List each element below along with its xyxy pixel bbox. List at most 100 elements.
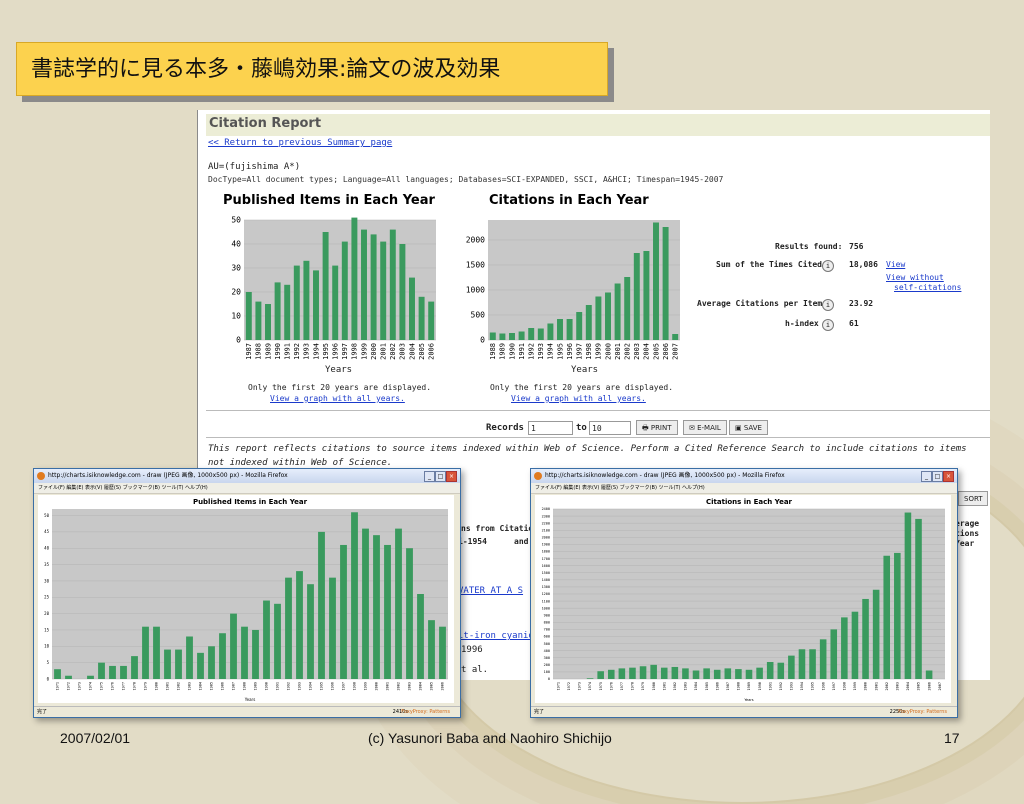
x-tick-label: 1976 (609, 682, 613, 690)
h-index-info-icon[interactable]: i (822, 319, 834, 331)
bar (819, 639, 827, 679)
bar (131, 656, 138, 679)
email-label: E-MAIL (697, 424, 721, 432)
x-tick-label: 1998 (353, 682, 357, 690)
window-titlebar[interactable]: http://charts.isiknowledge.com - draw (J… (531, 469, 957, 483)
x-tick-label: 1990 (508, 343, 516, 360)
sort-button[interactable]: SORT (958, 491, 988, 506)
maximize-button[interactable]: □ (932, 471, 943, 482)
x-tick-label: 1978 (133, 682, 137, 690)
browser-window-published[interactable]: http://charts.isiknowledge.com - draw (J… (33, 468, 461, 718)
bar (798, 649, 806, 679)
sum-value: 18,086 (849, 260, 878, 269)
x-tick-label: 1994 (312, 343, 320, 360)
published-items-full-chart: 0 5 10 15 20 25 30 35 40 45 50 1971 1972 1973 1974 1975… (38, 495, 454, 703)
y-tick-label: 0 (480, 336, 485, 345)
x-tick-label: 1999 (853, 682, 857, 690)
x-tick-label: 2002 (389, 343, 397, 360)
x-tick-label: 1984 (694, 682, 698, 690)
bar (509, 333, 515, 340)
x-tick-label: 1988 (243, 682, 247, 690)
bar (406, 548, 413, 679)
minimize-button[interactable]: _ (921, 471, 932, 482)
partial-text: and (514, 537, 529, 546)
partial-link[interactable]: lt-iron cyanid (458, 631, 534, 641)
x-tick-label: 2002 (397, 682, 401, 690)
sum-info-icon[interactable]: i (822, 260, 834, 272)
x-tick-label: 1997 (341, 343, 349, 360)
x-tick-label: 1990 (758, 682, 762, 690)
x-tick-label: 2007 (938, 682, 942, 690)
foxyproxy-status[interactable]: FoxyProxy: Patterns (401, 707, 450, 717)
return-summary-link[interactable]: << Return to previous Summary page (208, 138, 392, 148)
x-tick-label: 1993 (537, 343, 545, 360)
y-tick-label: 2200 (542, 521, 550, 525)
view-citing-link[interactable]: View (886, 260, 905, 269)
y-tick-label: 1000 (466, 286, 485, 295)
chart1-title: Published Items in Each Year (223, 193, 435, 208)
y-tick-label: 40 (231, 240, 241, 249)
bar (409, 277, 415, 340)
window-titlebar[interactable]: http://charts.isiknowledge.com - draw (J… (34, 469, 460, 483)
email-button[interactable]: ✉ E-MAIL (683, 420, 727, 435)
chart1-view-all-link[interactable]: View a graph with all years. (270, 394, 405, 403)
maximize-button[interactable]: □ (435, 471, 446, 482)
minimize-button[interactable]: _ (424, 471, 435, 482)
bar (208, 646, 215, 679)
save-button[interactable]: ▣ SAVE (729, 420, 768, 435)
x-tick-label: 1995 (556, 343, 564, 360)
x-tick-label: 1981 (166, 682, 170, 690)
bar (307, 584, 314, 679)
citations-chart: 0 500 1000 1500 2000 1988 1989 1990 1991 1992 1993… (466, 220, 680, 360)
y-tick-label: 2300 (542, 514, 550, 518)
x-tick-label: 2002 (624, 343, 632, 360)
x-tick-label: 2006 (662, 343, 670, 360)
x-tick-label: 2005 (418, 343, 426, 360)
y-tick-label: 15 (44, 627, 49, 632)
bar (915, 518, 922, 679)
self-citations-link[interactable]: self-citations (894, 283, 961, 292)
bar (418, 296, 425, 340)
x-tick-label: 2001 (874, 682, 878, 690)
avg-info-icon[interactable]: i (822, 299, 834, 311)
y-tick-label: 100 (544, 670, 550, 674)
view-without-self-link[interactable]: View without (886, 273, 944, 282)
records-from-input[interactable]: 1 (528, 421, 573, 435)
y-tick-label: 20 (44, 611, 49, 616)
x-tick-label: 2001 (386, 682, 390, 690)
x-tick-label: 1998 (585, 343, 593, 360)
x-tick-label: 1974 (588, 682, 592, 690)
records-to-input[interactable]: 10 (589, 421, 631, 435)
y-tick-label: 1500 (542, 571, 550, 575)
firefox-icon (534, 472, 542, 480)
partial-link[interactable]: VATER AT A S (458, 586, 523, 596)
close-button[interactable]: × (943, 471, 954, 482)
bar (274, 603, 281, 679)
x-axis-label: Years (244, 697, 256, 702)
x-tick-label: 1982 (673, 682, 677, 690)
browser-window-citations[interactable]: http://charts.isiknowledge.com - draw (J… (530, 468, 958, 718)
bar (361, 229, 367, 340)
y-tick-label: 500 (544, 642, 550, 646)
partial-text: erage (955, 519, 980, 528)
x-tick-label: 1973 (78, 682, 82, 690)
close-button[interactable]: × (446, 471, 457, 482)
print-button[interactable]: 🖶 PRINT (636, 420, 678, 435)
menu-bar[interactable]: ファイル(F) 編集(E) 表示(V) 履歴(S) ブックマーク(B) ツール(… (34, 483, 460, 494)
y-tick-label: 1100 (542, 599, 550, 603)
partial-select[interactable]: i-1954 (458, 537, 487, 546)
footer-date: 2007/02/01 (60, 730, 131, 746)
foxyproxy-status[interactable]: FoxyProxy: Patterns (898, 707, 947, 717)
y-tick-label: 1600 (542, 564, 550, 568)
bar (313, 270, 319, 340)
x-tick-label: 1974 (89, 682, 93, 690)
h-index-label: h-index (785, 319, 819, 328)
chart2-view-all-link[interactable]: View a graph with all years. (511, 394, 646, 403)
x-tick-label: 1983 (684, 682, 688, 690)
x-tick-label: 2004 (643, 343, 651, 360)
menu-bar[interactable]: ファイル(F) 編集(E) 表示(V) 履歴(S) ブックマーク(B) ツール(… (531, 483, 957, 494)
partial-text: t al. (461, 665, 489, 675)
partial-text: ns from Citation (461, 524, 539, 533)
y-tick-label: 300 (544, 656, 550, 660)
firefox-icon (37, 472, 45, 480)
